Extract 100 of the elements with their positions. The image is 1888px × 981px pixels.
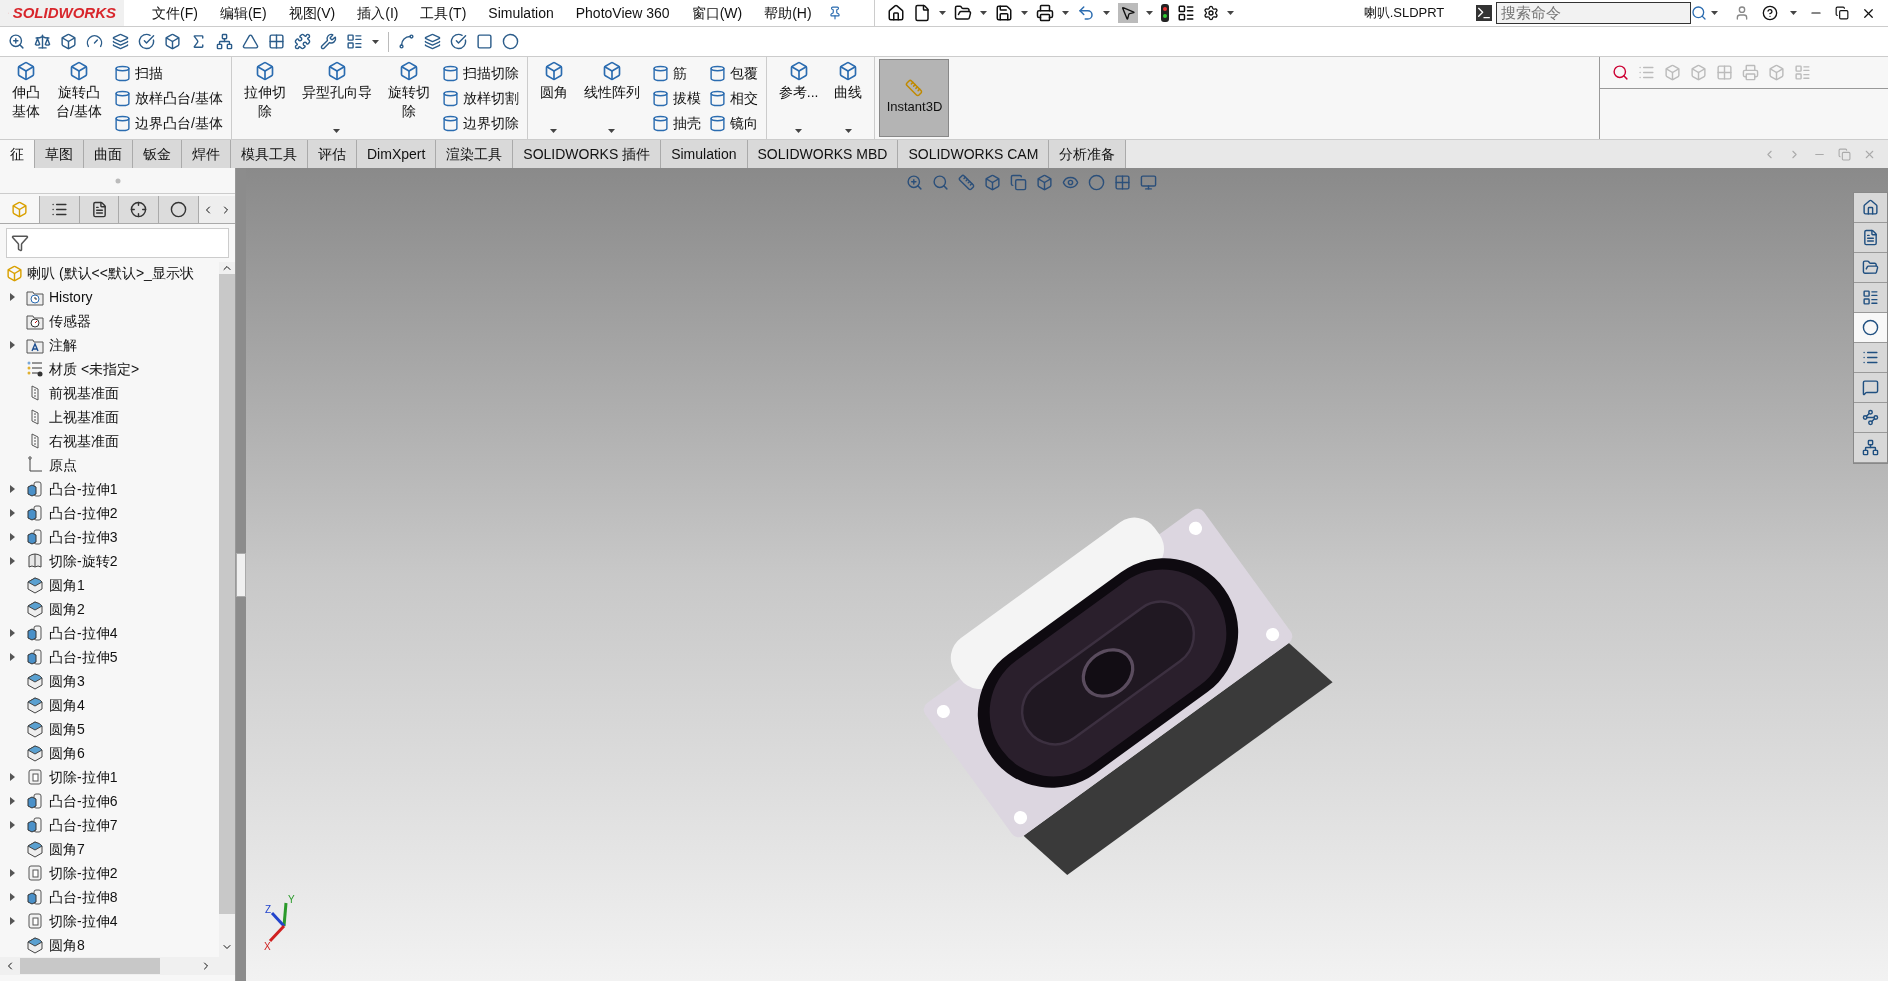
tree-item[interactable]: 凸台-拉伸4 — [49, 622, 118, 644]
horizontal-scrollbar[interactable] — [0, 957, 235, 975]
tree-item[interactable]: 原点 — [49, 454, 77, 476]
command-tab[interactable]: 钣金 — [133, 140, 182, 168]
ribbon-button[interactable]: 扫描 — [113, 61, 223, 86]
menu-item[interactable]: PhotoView 360 — [575, 2, 670, 24]
color-ball-tab[interactable] — [1854, 313, 1887, 343]
help-icon[interactable] — [1762, 5, 1778, 21]
menu-item[interactable]: 视图(V) — [288, 2, 336, 24]
undo-icon[interactable] — [1076, 4, 1095, 22]
box-icon[interactable] — [60, 33, 77, 50]
chat-tab[interactable] — [1854, 373, 1887, 403]
ribbon-button[interactable]: 圆角 — [535, 61, 572, 137]
square-icon[interactable] — [476, 33, 493, 50]
ribbon-button[interactable]: 扫描切除 — [441, 61, 519, 86]
tree-item[interactable]: 凸台-拉伸1 — [49, 478, 118, 500]
ribbon-button[interactable]: 拉伸切 除 — [239, 61, 290, 137]
command-tab[interactable]: 评估 — [308, 140, 357, 168]
box-icon[interactable] — [164, 33, 181, 50]
command-tab[interactable]: 征 — [0, 140, 35, 168]
triangle-icon[interactable] — [242, 33, 259, 50]
traffic-light-icon[interactable] — [1160, 4, 1169, 22]
magnifier-icon[interactable] — [8, 33, 25, 50]
sphere-icon[interactable] — [1088, 174, 1105, 191]
layers-icon[interactable] — [424, 33, 441, 50]
user-icon[interactable] — [1734, 5, 1750, 21]
select-button[interactable] — [1117, 3, 1138, 23]
folder-tab[interactable] — [1854, 253, 1887, 283]
expand-arrow-icon[interactable] — [10, 293, 15, 301]
command-tab[interactable]: SOLIDWORKS 插件 — [513, 140, 662, 168]
tree-item[interactable]: 切除-旋转2 — [49, 550, 118, 572]
ribbon-button[interactable]: 筋 — [651, 61, 701, 86]
tree-item[interactable]: 凸台-拉伸3 — [49, 526, 118, 548]
list-tab[interactable] — [39, 196, 80, 223]
command-tab[interactable]: 分析准备 — [1049, 140, 1127, 168]
menu-item[interactable]: 编辑(E) — [219, 2, 267, 24]
command-tab[interactable]: DimXpert — [357, 140, 437, 168]
magnifier-icon[interactable] — [1612, 64, 1629, 81]
color-wheel-tab[interactable] — [159, 196, 200, 223]
folder-icon[interactable] — [953, 4, 972, 22]
expand-arrow-icon[interactable] — [10, 533, 15, 541]
instant3d-button[interactable]: Instant3D — [879, 59, 950, 137]
settings-icon[interactable] — [1202, 5, 1219, 21]
ribbon-button[interactable]: 抽壳 — [651, 111, 701, 136]
home-icon[interactable] — [886, 4, 905, 22]
ribbon-button[interactable]: 包覆 — [708, 61, 758, 86]
scroll-left-button[interactable] — [199, 196, 218, 223]
ribbon-button[interactable]: 伸凸 基体 — [8, 61, 44, 137]
home-tab[interactable] — [1854, 193, 1887, 223]
ribbon-button[interactable]: 放样凸台/基体 — [113, 86, 223, 111]
network-icon[interactable] — [216, 33, 233, 50]
menu-item[interactable]: Simulation — [488, 2, 554, 24]
zoom-icon[interactable] — [906, 174, 923, 191]
tree-item[interactable]: 凸台-拉伸6 — [49, 790, 118, 812]
tree-item[interactable]: 切除-拉伸1 — [49, 766, 118, 788]
command-tab[interactable]: 渲染工具 — [436, 140, 514, 168]
expand-arrow-icon[interactable] — [10, 773, 15, 781]
new-file-icon[interactable] — [912, 4, 931, 22]
ribbon-button[interactable]: 相交 — [708, 86, 758, 111]
scroll-right-button[interactable] — [217, 196, 235, 223]
check-circle-icon[interactable] — [450, 33, 467, 50]
cube-icon[interactable] — [1036, 174, 1053, 191]
connector-tab[interactable] — [1854, 403, 1887, 433]
save-icon[interactable] — [994, 4, 1013, 22]
ribbon-button[interactable]: 旋转凸 台/基体 — [52, 61, 106, 137]
expand-arrow-icon[interactable] — [10, 557, 15, 565]
grip-icon[interactable] — [114, 177, 121, 184]
command-tab[interactable]: Simulation — [661, 140, 748, 168]
config-tab[interactable] — [79, 196, 120, 223]
tree-item[interactable]: 凸台-拉伸5 — [49, 646, 118, 668]
tree-item[interactable]: 圆角7 — [49, 838, 85, 860]
library-tab[interactable] — [1854, 223, 1887, 253]
crosshair-tab[interactable] — [119, 196, 160, 223]
tree-item[interactable]: 圆角8 — [49, 934, 85, 956]
tree-item[interactable]: 圆角1 — [49, 574, 85, 596]
expand-arrow-icon[interactable] — [10, 509, 15, 517]
command-tab[interactable]: SOLIDWORKS MBD — [747, 140, 899, 168]
menu-item[interactable]: 文件(F) — [152, 2, 198, 24]
search-field[interactable]: 搜索命令 — [1496, 2, 1691, 24]
tree-item[interactable]: 凸台-拉伸7 — [49, 814, 118, 836]
expand-arrow-icon[interactable] — [10, 341, 15, 349]
palette-tab[interactable] — [1854, 283, 1887, 313]
search-icon[interactable] — [932, 174, 949, 191]
command-tab[interactable]: 焊件 — [182, 140, 231, 168]
table-icon[interactable] — [346, 33, 363, 50]
spline-icon[interactable] — [398, 33, 415, 50]
tree-item[interactable]: 右视基准面 — [49, 430, 119, 452]
list-tab[interactable] — [1854, 343, 1887, 373]
diagram-tab[interactable] — [1854, 433, 1887, 463]
expand-arrow-icon[interactable] — [10, 629, 15, 637]
vertical-scrollbar[interactable] — [219, 262, 235, 957]
wrench-icon[interactable] — [320, 33, 337, 50]
ribbon-button[interactable]: 旋转切 除 — [383, 61, 434, 137]
expand-arrow-icon[interactable] — [10, 485, 15, 493]
tree-item[interactable]: 材质 <未指定> — [49, 358, 140, 380]
ribbon-button[interactable]: 曲线 — [830, 61, 867, 137]
expand-arrow-icon[interactable] — [10, 821, 15, 829]
tree-item[interactable]: 凸台-拉伸2 — [49, 502, 118, 524]
command-tab[interactable]: 曲面 — [84, 140, 133, 168]
pin-icon[interactable] — [827, 6, 842, 20]
